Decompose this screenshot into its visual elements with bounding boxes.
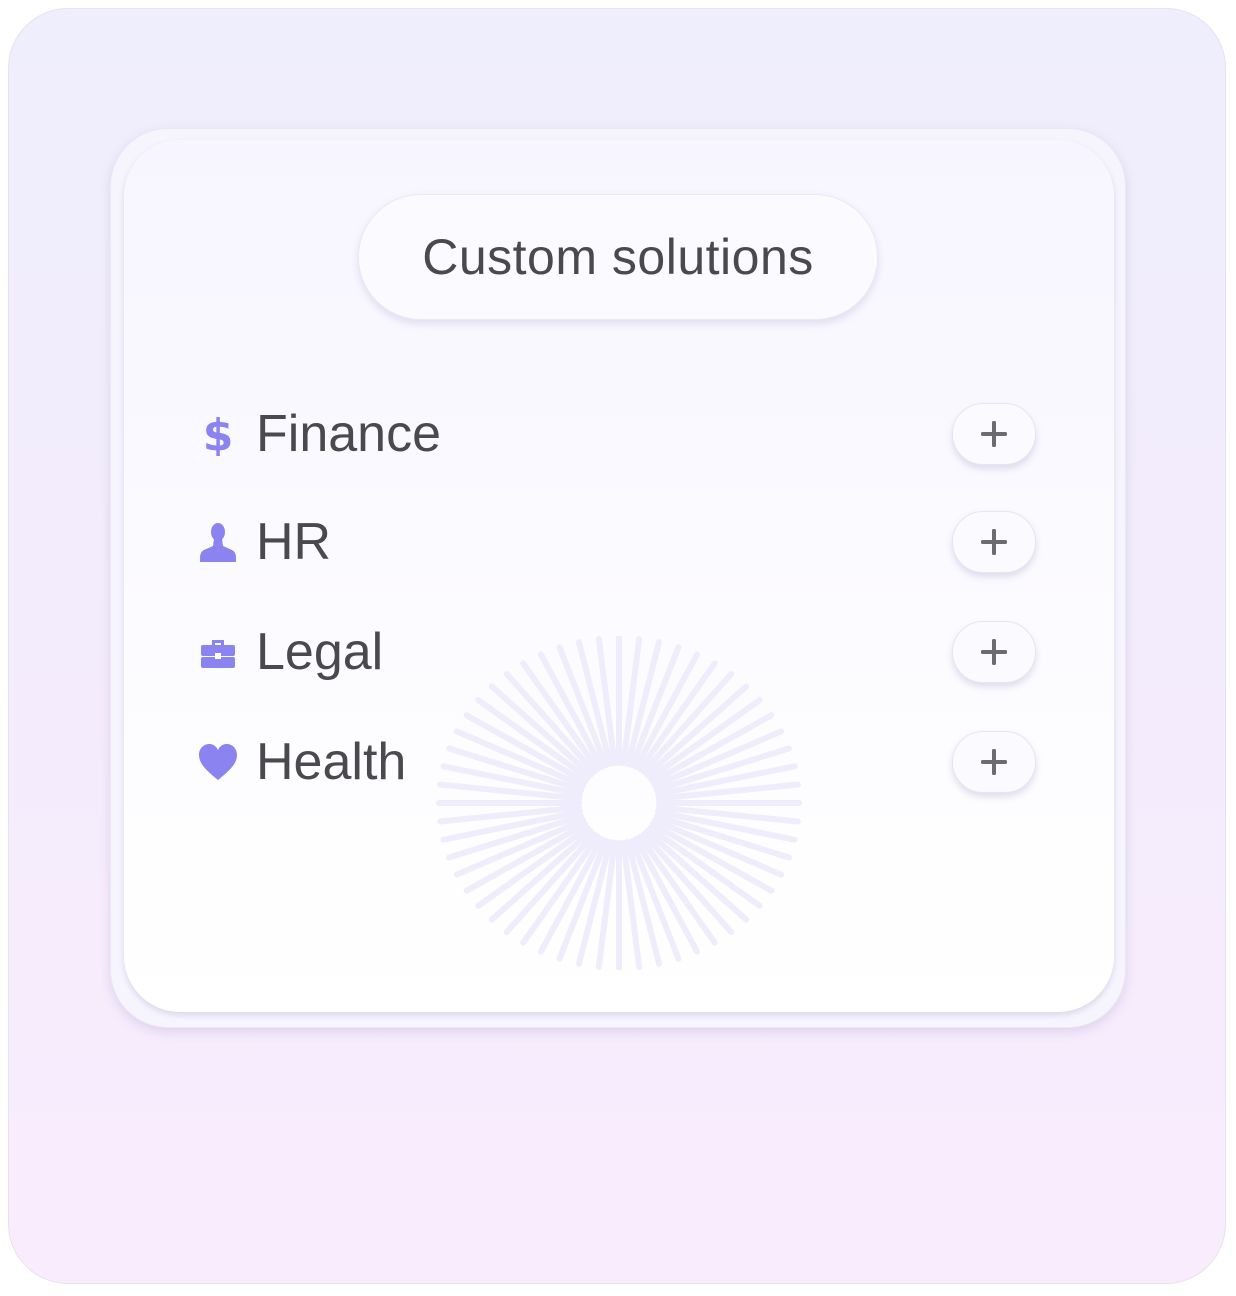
dollar-icon: $: [196, 412, 240, 456]
sunburst-ray: [488, 828, 594, 923]
person-icon: [196, 520, 240, 564]
plus-icon: [981, 529, 1007, 555]
list-item-health: Health: [196, 727, 1038, 797]
list-item-finance: $ Finance: [196, 399, 1038, 469]
add-finance-button[interactable]: [952, 403, 1036, 465]
plus-icon: [981, 421, 1007, 447]
add-health-button[interactable]: [952, 731, 1036, 793]
plus-icon: [981, 749, 1007, 775]
list-item-hr: HR: [196, 507, 1038, 577]
title-pill: Custom solutions: [358, 194, 878, 320]
sunburst-ray: [644, 828, 750, 923]
add-legal-button[interactable]: [952, 621, 1036, 683]
svg-text:$: $: [203, 412, 234, 456]
list-item-label: Finance: [256, 405, 441, 463]
list-item-label: Legal: [256, 623, 384, 681]
plus-icon: [981, 639, 1007, 665]
heart-icon: [196, 740, 240, 784]
page-title: Custom solutions: [422, 229, 814, 285]
list-item-legal: Legal: [196, 617, 1038, 687]
briefcase-icon: [196, 630, 240, 674]
list-item-label: HR: [256, 513, 332, 571]
add-hr-button[interactable]: [952, 511, 1036, 573]
list-item-label: Health: [256, 733, 407, 791]
